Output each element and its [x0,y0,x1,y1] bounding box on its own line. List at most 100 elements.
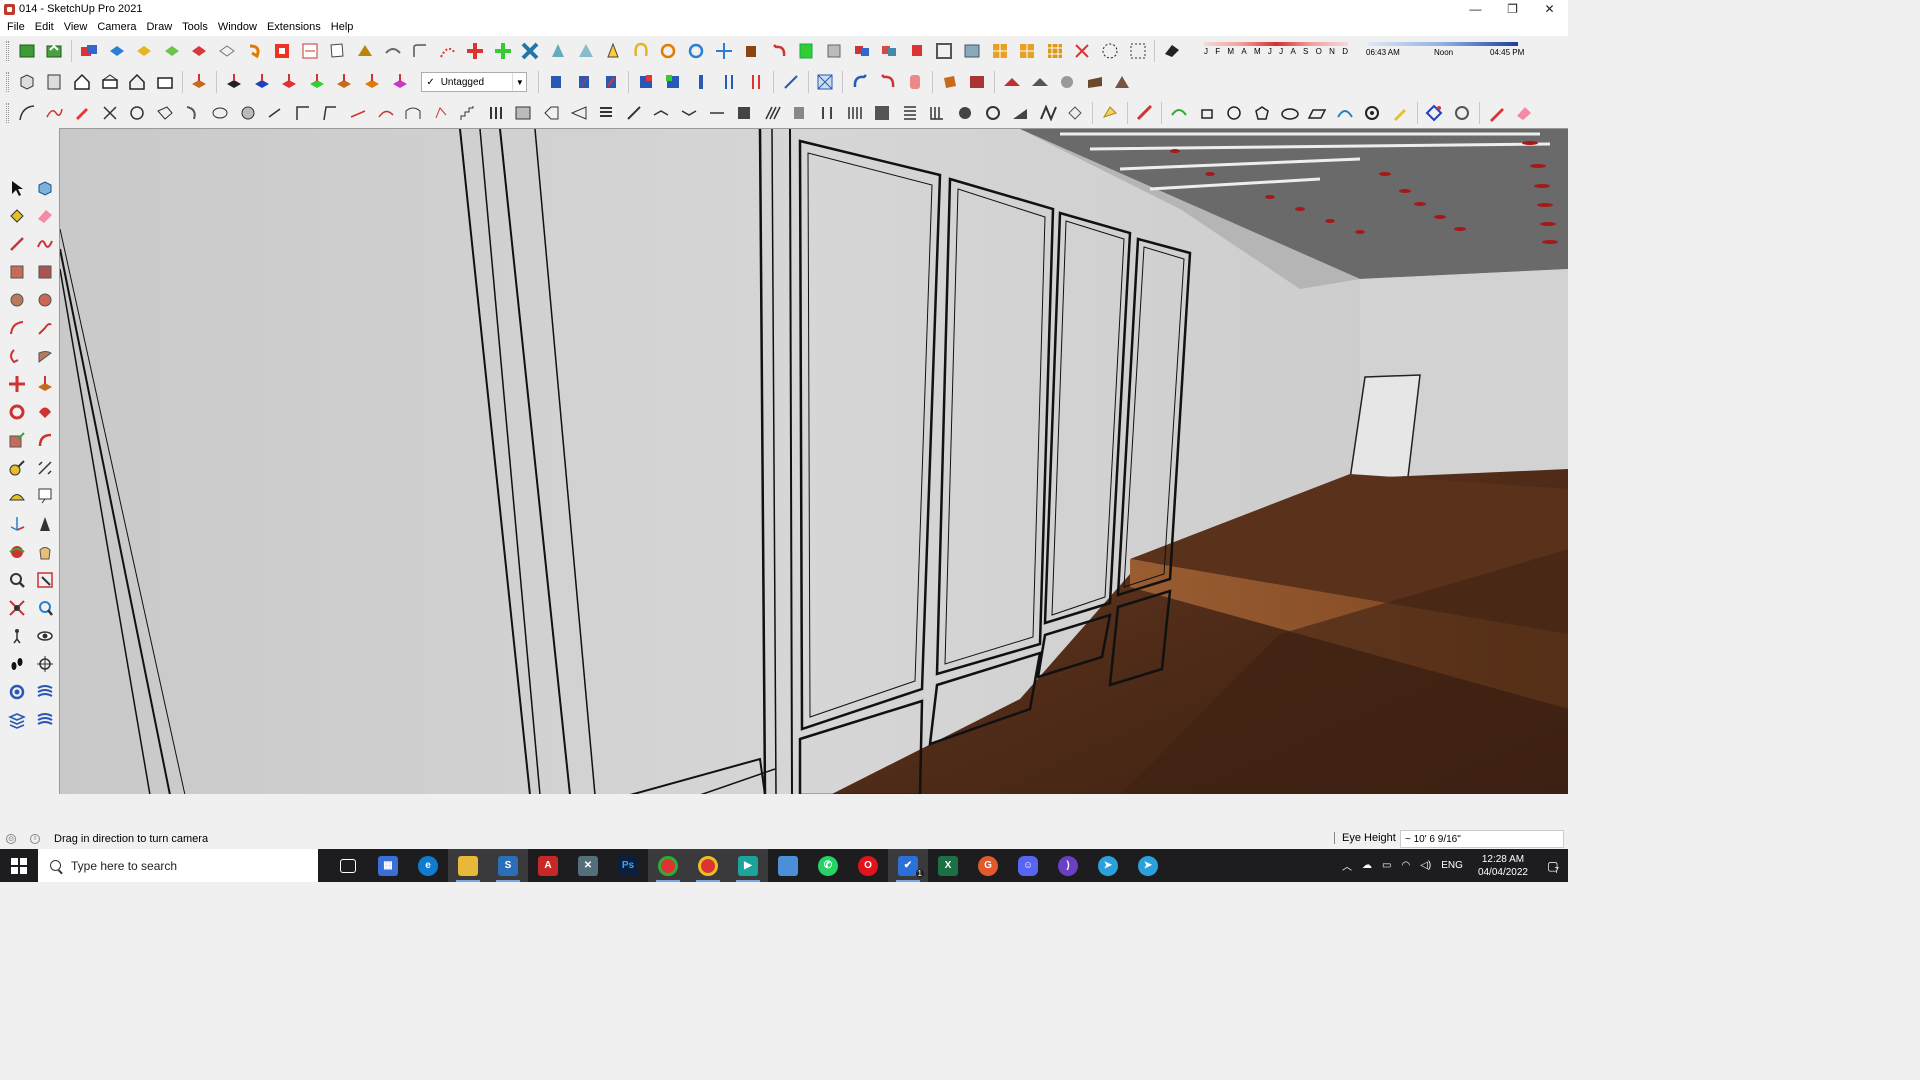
zoom-window-icon[interactable] [34,569,56,591]
dimension-tool-icon[interactable] [34,457,56,479]
grill-icon[interactable] [512,102,534,124]
menu-help[interactable]: Help [326,21,359,33]
clock[interactable]: 12:28 AM 04/04/2022 [1478,853,1528,879]
hook-icon[interactable] [181,102,203,124]
corner2-icon[interactable] [319,102,341,124]
extrude-n-icon[interactable] [333,71,355,93]
cone-icon[interactable] [547,40,569,62]
cube-icon[interactable] [740,40,762,62]
select-arrow-icon[interactable] [6,177,28,199]
push-pull-tool-icon[interactable] [34,373,56,395]
undo-blue-icon[interactable] [849,71,871,93]
bezier-icon[interactable] [437,40,459,62]
circle-icon[interactable] [1223,102,1245,124]
gear-outline-icon[interactable] [126,102,148,124]
push-pull-icon[interactable] [188,71,210,93]
paint-box-icon[interactable] [635,71,657,93]
taskbar-app-photoshop[interactable]: Ps [608,849,648,882]
three-point-arc-icon[interactable] [6,345,28,367]
model-viewport[interactable] [59,128,1568,794]
start-button[interactable] [0,849,38,882]
panel-icon[interactable] [788,102,810,124]
right-view-icon[interactable] [99,71,121,93]
taskbar-app-telegram[interactable]: ➤ [1088,849,1128,882]
polygon-tool-icon[interactable] [34,289,56,311]
ball-icon[interactable] [237,102,259,124]
paint-box2-icon[interactable] [662,71,684,93]
make-component-icon[interactable] [34,177,56,199]
solid-subtract-icon[interactable] [133,40,155,62]
arc-blue-icon[interactable] [1334,102,1356,124]
curve-draw-icon[interactable] [16,102,38,124]
comb-icon[interactable] [926,102,948,124]
spiral-icon[interactable] [1361,102,1383,124]
undo-red-icon[interactable] [768,40,790,62]
hatch-icon[interactable] [871,102,893,124]
arrows-vertical-icon[interactable] [718,71,740,93]
section-plane-icon[interactable] [299,40,321,62]
axes-icon[interactable] [713,40,735,62]
info-icon[interactable]: i [30,833,40,844]
hatch2-icon[interactable] [899,102,921,124]
orbit-icon[interactable] [6,541,28,563]
minimize-button[interactable]: — [1457,0,1494,18]
zoom-icon[interactable] [6,569,28,591]
weld-icon[interactable] [1451,102,1473,124]
fan-icon[interactable] [982,102,1004,124]
taskbar-app-sketchup-viewer[interactable]: ▶ [728,849,768,882]
taskbar-app-chrome-2[interactable] [688,849,728,882]
solid-union-icon[interactable] [78,40,100,62]
look-around-eye-icon[interactable] [34,625,56,647]
taskbar-app-editor[interactable]: ✕ [568,849,608,882]
sandbox-icon[interactable] [354,40,376,62]
lasso-icon[interactable] [209,102,231,124]
fold3-icon[interactable] [706,102,728,124]
stairs-icon[interactable] [457,102,479,124]
share-model-icon[interactable] [43,40,65,62]
section-blue-icon[interactable] [545,71,567,93]
protractor-icon[interactable] [6,485,28,507]
walk-footprints-icon[interactable] [6,653,28,675]
section-blue2-icon[interactable] [573,71,595,93]
scissors-icon[interactable] [99,102,121,124]
polygon-icon[interactable] [1251,102,1273,124]
extrude-f-icon[interactable] [389,71,411,93]
shape-green-icon[interactable] [1168,102,1190,124]
rectangle-tool-icon[interactable] [6,261,28,283]
solid-intersect-icon[interactable] [106,40,128,62]
intersect-faces-icon[interactable] [271,40,293,62]
arrows-red-icon[interactable] [745,71,767,93]
frame-icon[interactable] [933,40,955,62]
follow-me-icon[interactable] [244,40,266,62]
follow-me-tool-icon[interactable] [34,401,56,423]
pyramid-icon[interactable] [575,40,597,62]
hand-red-icon[interactable] [904,71,926,93]
solid-trim-icon[interactable] [161,40,183,62]
taskbar-app-acrobat[interactable]: A [528,849,568,882]
terrain-flat-icon[interactable] [1111,71,1133,93]
zoom-extents-icon[interactable] [6,597,28,619]
menu-view[interactable]: View [59,21,93,33]
text-tool-icon[interactable] [34,485,56,507]
paint-bucket-icon[interactable] [6,205,28,227]
terrain-dark-icon[interactable] [1029,71,1051,93]
tape-icon[interactable] [382,40,404,62]
layers-icon[interactable] [6,709,28,731]
shingle-icon[interactable] [1037,102,1059,124]
extrude-red-icon[interactable] [278,71,300,93]
rotate-orange-icon[interactable] [657,40,679,62]
extrude-x-icon[interactable] [361,71,383,93]
arch-icon[interactable] [402,102,424,124]
close-button[interactable]: ✕ [1531,0,1568,18]
tree-icon[interactable] [795,40,817,62]
table-icon[interactable] [961,40,983,62]
notification-center[interactable]: ▢ 7 [1538,849,1568,882]
3d-text-icon[interactable] [34,513,56,535]
balloon-icon[interactable] [1099,102,1121,124]
grid-orange3-icon[interactable] [1044,40,1066,62]
hook2-icon[interactable] [264,102,286,124]
fold2-icon[interactable] [678,102,700,124]
loop-icon[interactable] [630,40,652,62]
eraser-pink-icon[interactable] [1513,102,1535,124]
move-red-icon[interactable] [464,40,486,62]
